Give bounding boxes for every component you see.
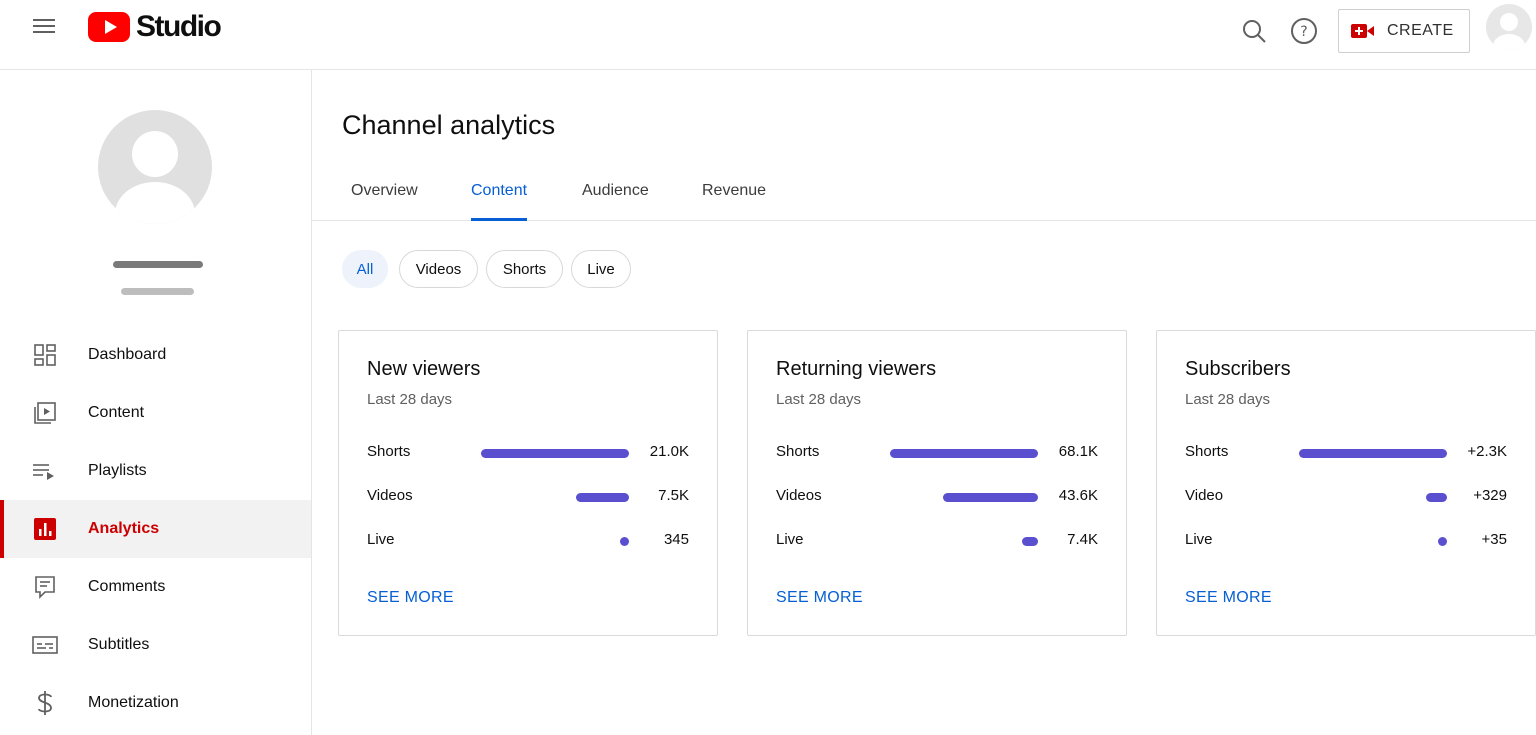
sidebar-item-label: Monetization <box>88 694 179 711</box>
metric-value: +2.3K <box>1467 443 1507 460</box>
metric-bar <box>620 537 629 546</box>
sidebar-item-comments[interactable]: Comments <box>0 558 311 616</box>
metric-bar <box>1426 493 1447 502</box>
svg-text:?: ? <box>1300 24 1307 40</box>
see-more-link[interactable]: SEE MORE <box>1185 589 1272 607</box>
card-subtitle: Last 28 days <box>367 391 453 408</box>
metric-label: Live <box>776 531 804 548</box>
sidebar-item-label: Subtitles <box>88 636 150 653</box>
sidebar-item-label: Analytics <box>88 520 160 537</box>
studio-logo[interactable]: Studio <box>88 10 222 44</box>
metric-label: Live <box>1185 531 1213 548</box>
metric-row: Live +35 <box>1185 529 1507 553</box>
metric-label: Shorts <box>776 443 820 460</box>
card-title: Returning viewers <box>776 358 937 380</box>
sidebar-item-monetization[interactable]: Monetization <box>0 674 311 732</box>
metric-label: Videos <box>367 487 413 504</box>
sidebar-item-content[interactable]: Content <box>0 384 311 442</box>
channel-name-placeholder <box>113 261 203 268</box>
help-icon[interactable]: ? <box>1290 17 1318 45</box>
sidebar-item-playlists[interactable]: Playlists <box>0 442 311 500</box>
see-more-link[interactable]: SEE MORE <box>776 589 863 607</box>
sidebar-item-label: Playlists <box>88 462 147 479</box>
see-more-link[interactable]: SEE MORE <box>367 589 454 607</box>
metric-label: Live <box>367 531 395 548</box>
tab-revenue[interactable]: Revenue <box>702 182 766 221</box>
analytics-tabs: Overview Content Audience Revenue <box>312 168 1536 221</box>
metric-label: Shorts <box>367 443 411 460</box>
metric-bar <box>1438 537 1447 546</box>
card-title: New viewers <box>367 358 481 380</box>
dashboard-icon <box>32 342 58 368</box>
search-icon[interactable] <box>1240 17 1268 45</box>
menu-icon[interactable] <box>33 16 57 36</box>
metric-row: Live 345 <box>367 529 689 553</box>
channel-avatar[interactable] <box>98 110 212 224</box>
returning-viewers-card: Returning viewers Last 28 days Shorts 68… <box>747 330 1127 636</box>
comments-icon <box>32 574 58 600</box>
metric-value: 68.1K <box>1058 443 1098 460</box>
card-subtitle: Last 28 days <box>776 391 862 408</box>
subscribers-card: Subscribers Last 28 days Shorts +2.3K Vi… <box>1156 330 1536 636</box>
metric-row: Videos 7.5K <box>367 485 689 509</box>
create-button[interactable]: CREATE <box>1338 9 1470 53</box>
channel-handle-placeholder <box>121 288 194 295</box>
logo-text: Studio <box>136 10 222 43</box>
metric-value: 7.4K <box>1067 531 1098 548</box>
metric-value: 345 <box>663 531 689 548</box>
metric-label: Shorts <box>1185 443 1229 460</box>
top-app-bar: Studio ? CREATE <box>0 0 1536 70</box>
main-content: Channel analytics Overview Content Audie… <box>312 70 1536 735</box>
metric-row: Videos 43.6K <box>776 485 1098 509</box>
sidebar: Dashboard Content Playlists Analytics Co… <box>0 70 312 735</box>
metric-bar <box>576 493 629 502</box>
metric-label: Videos <box>776 487 822 504</box>
tab-content[interactable]: Content <box>471 182 528 221</box>
filter-chip-all[interactable]: All <box>342 250 388 288</box>
subtitles-icon <box>32 632 58 658</box>
monetization-icon <box>32 690 58 716</box>
sidebar-item-subtitles[interactable]: Subtitles <box>0 616 311 674</box>
card-title: Subscribers <box>1185 358 1291 380</box>
create-video-icon <box>1351 23 1375 39</box>
metric-value: 21.0K <box>649 443 689 460</box>
create-label: CREATE <box>1387 22 1454 39</box>
playlists-icon <box>32 458 58 484</box>
content-icon <box>32 400 58 426</box>
sidebar-item-label: Content <box>88 404 145 421</box>
tab-audience[interactable]: Audience <box>582 182 649 221</box>
metric-value: +329 <box>1473 487 1507 504</box>
tab-overview[interactable]: Overview <box>351 182 418 221</box>
metric-bar <box>943 493 1038 502</box>
metric-bar <box>1022 537 1038 546</box>
metric-value: +35 <box>1481 531 1507 548</box>
metric-row: Shorts 68.1K <box>776 441 1098 465</box>
account-avatar-icon[interactable] <box>1486 4 1532 50</box>
metric-row: Live 7.4K <box>776 529 1098 553</box>
metric-label: Video <box>1185 487 1224 504</box>
metric-row: Shorts +2.3K <box>1185 441 1507 465</box>
sidebar-nav: Dashboard Content Playlists Analytics Co… <box>0 326 311 732</box>
filter-chip-live[interactable]: Live <box>571 250 631 288</box>
sidebar-item-label: Comments <box>88 578 166 595</box>
page-title: Channel analytics <box>342 110 556 140</box>
metric-row: Shorts 21.0K <box>367 441 689 465</box>
sidebar-item-dashboard[interactable]: Dashboard <box>0 326 311 384</box>
filter-chip-videos[interactable]: Videos <box>399 250 478 288</box>
card-subtitle: Last 28 days <box>1185 391 1271 408</box>
metric-bar <box>890 449 1038 458</box>
metric-bar <box>481 449 629 458</box>
new-viewers-card: New viewers Last 28 days Shorts 21.0K Vi… <box>338 330 718 636</box>
youtube-logo-icon <box>88 12 130 42</box>
filter-chip-shorts[interactable]: Shorts <box>486 250 563 288</box>
metric-row: Video +329 <box>1185 485 1507 509</box>
metric-value: 43.6K <box>1058 487 1098 504</box>
analytics-icon <box>32 516 58 542</box>
sidebar-item-analytics[interactable]: Analytics <box>0 500 311 558</box>
metric-value: 7.5K <box>658 487 689 504</box>
sidebar-item-label: Dashboard <box>88 346 167 363</box>
metric-bar <box>1299 449 1447 458</box>
